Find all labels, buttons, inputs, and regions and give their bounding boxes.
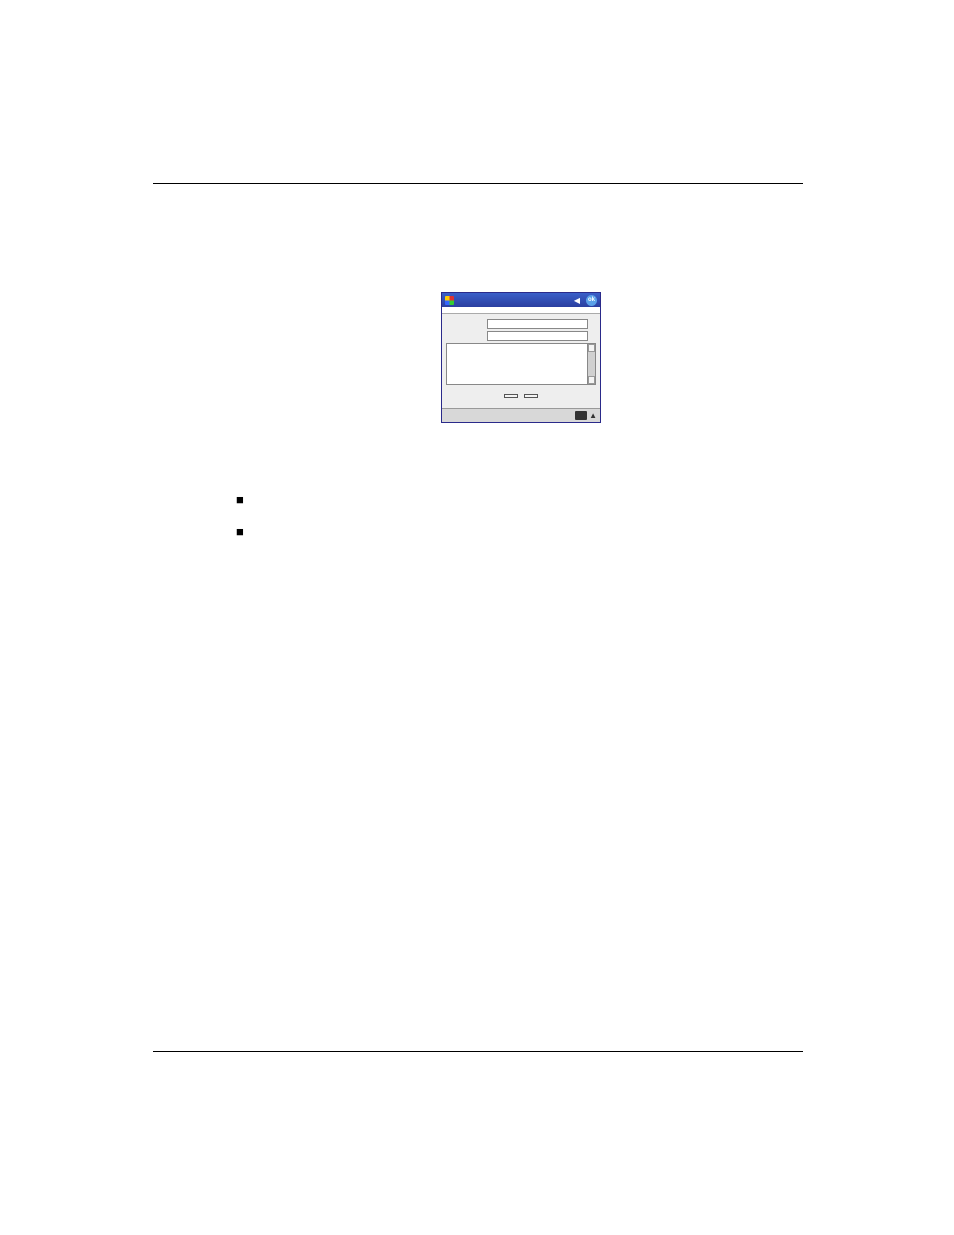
bullet-item: ■ <box>236 489 806 509</box>
password-input[interactable] <box>487 331 588 341</box>
square-bullet-icon: ■ <box>236 489 266 509</box>
bullet-text <box>266 489 806 509</box>
pocket-pc-block: ◀ ok <box>206 248 806 467</box>
square-bullet-icon: ■ <box>236 521 266 541</box>
content-area: ◀ ok <box>206 220 806 552</box>
scroll-up-icon[interactable] <box>588 344 595 352</box>
pocketpc-body <box>442 314 600 408</box>
bullet-text <box>266 521 806 541</box>
username-row <box>446 319 596 329</box>
device-screenshot: ◀ ok <box>441 292 601 423</box>
projector-list-wrap <box>446 343 596 385</box>
windows-flag-icon <box>445 296 454 305</box>
numbered-list: ◀ ok <box>206 238 806 540</box>
password-row <box>446 331 596 341</box>
refresh-button[interactable] <box>524 394 538 398</box>
pocketpc-subtitle <box>442 307 600 314</box>
footer-rule <box>153 1051 803 1052</box>
pocketpc-titlebar: ◀ ok <box>442 293 600 307</box>
keyboard-icon[interactable] <box>575 411 587 420</box>
pocketpc-button-row <box>446 385 596 408</box>
step-2-bullets: ■ ■ <box>206 489 806 540</box>
scrollbar[interactable] <box>588 343 596 385</box>
projector-list[interactable] <box>446 343 588 385</box>
ok-button-icon[interactable]: ok <box>586 295 597 306</box>
arrow-up-icon[interactable]: ▲ <box>589 411 597 420</box>
connect-button[interactable] <box>504 394 518 398</box>
step-1: ◀ ok <box>206 238 806 467</box>
scroll-down-icon[interactable] <box>588 376 595 384</box>
page: ◀ ok <box>0 0 954 1235</box>
pocketpc-footer: ▲ <box>442 408 600 422</box>
header-rule <box>153 183 803 184</box>
step-2: ■ ■ <box>206 479 806 540</box>
pocketpc-window: ◀ ok <box>441 292 601 423</box>
speaker-icon: ◀ <box>574 296 580 305</box>
username-input[interactable] <box>487 319 588 329</box>
bullet-item: ■ <box>236 521 806 541</box>
